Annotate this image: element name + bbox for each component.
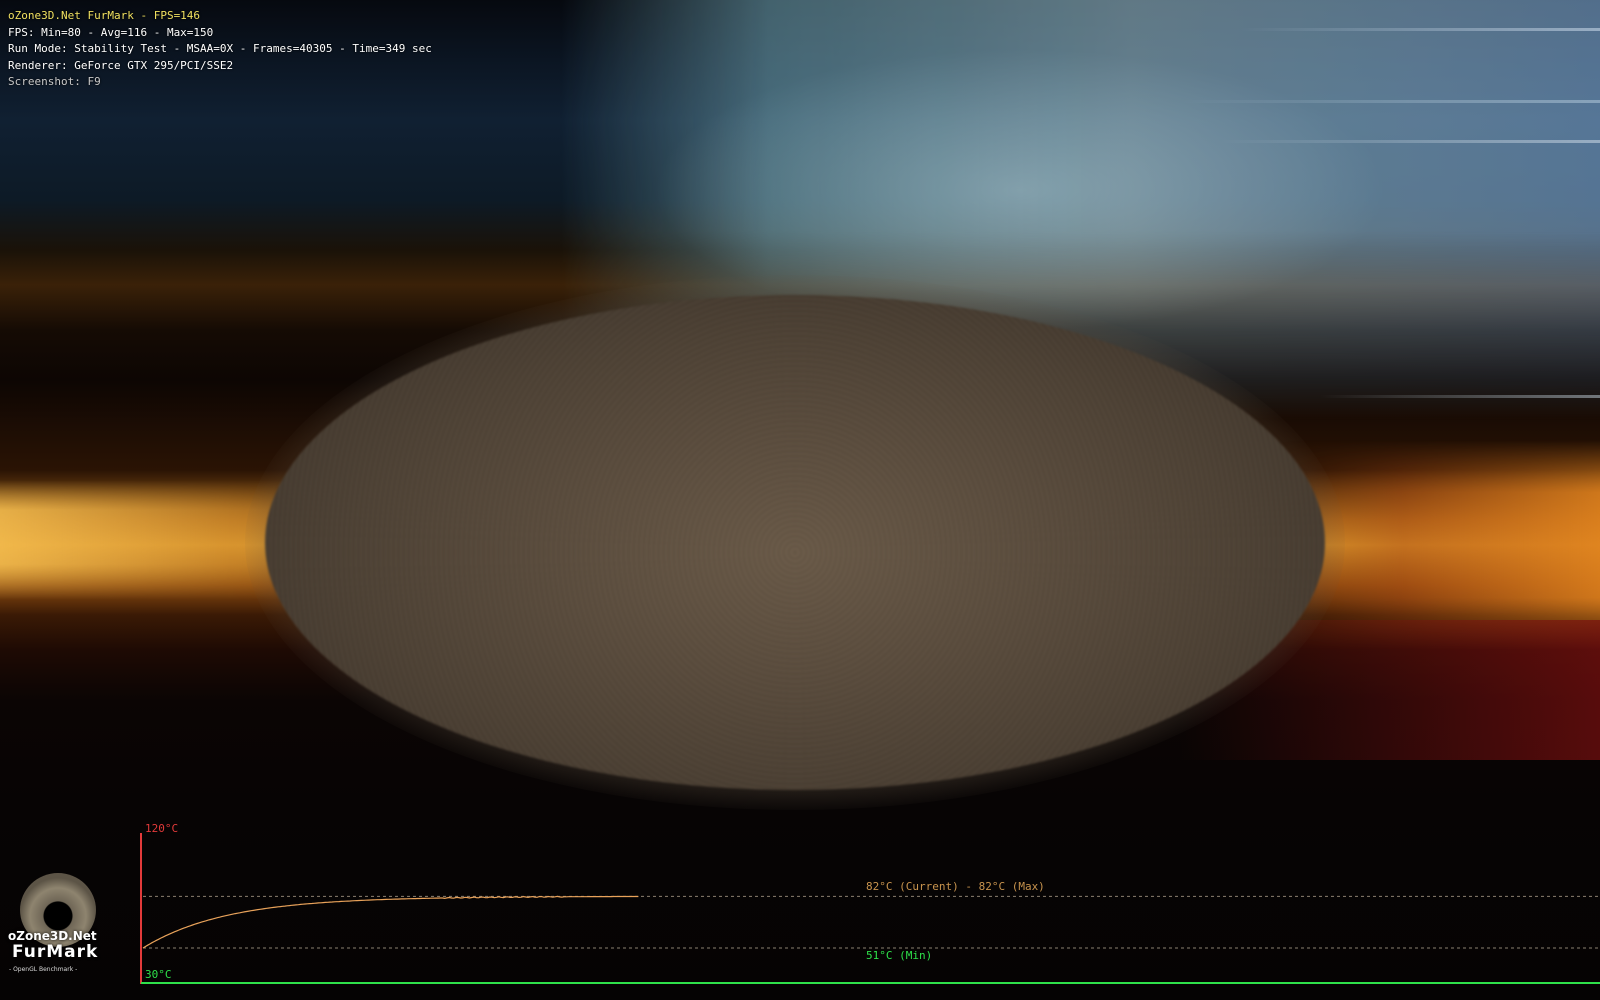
- logo-tagline: - OpenGL Benchmark -: [9, 966, 78, 973]
- logo-brand: oZone3D.Net: [8, 929, 97, 943]
- furmark-logo: oZone3D.Net FurMark - OpenGL Benchmark -: [6, 870, 114, 982]
- hud-renderer: Renderer: GeForce GTX 295/PCI/SSE2: [8, 58, 234, 72]
- hud-run-mode: Run Mode: Stability Test - MSAA=0X - Fra…: [8, 42, 432, 56]
- light-streak: [1180, 100, 1600, 103]
- hud-title: oZone3D.Net FurMark - FPS=146: [8, 9, 201, 22]
- graph-observed-min-label: 51°C (Min): [866, 949, 933, 962]
- light-streak: [1240, 28, 1600, 31]
- light-streak: [1320, 395, 1600, 398]
- fur-donut-object: [265, 295, 1325, 790]
- light-streak: [1220, 140, 1600, 143]
- graph-min-label: 30°C: [145, 968, 172, 981]
- hud-screenshot-hint: Screenshot: F9: [8, 75, 101, 89]
- hud-fps-stats: FPS: Min=80 - Avg=116 - Max=150: [8, 25, 214, 39]
- graph-max-label: 120°C: [145, 822, 179, 835]
- hud-overlay: oZone3D.Net FurMark - FPS=146 FPS: Min=8…: [8, 8, 432, 91]
- graph-current-label: 82°C (Current) - 82°C (Max): [866, 880, 1045, 893]
- logo-product: FurMark: [12, 942, 99, 962]
- furmark-window: oZone3D.Net FurMark - FPS=146 FPS: Min=8…: [0, 0, 1600, 1000]
